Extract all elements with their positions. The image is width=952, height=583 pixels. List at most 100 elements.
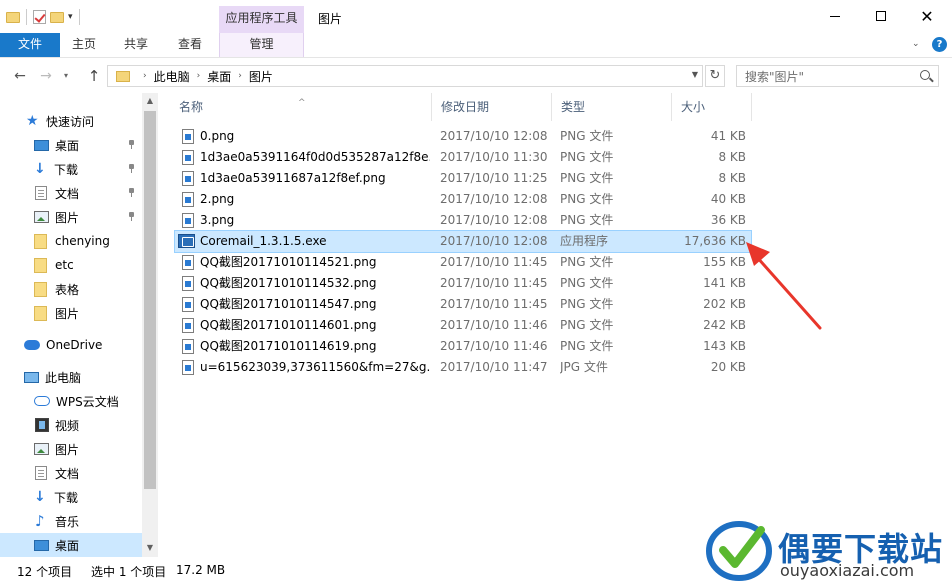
nav-scrollbar-thumb[interactable] [144,111,156,489]
file-row[interactable]: 3.png 2017/10/10 12:08 PNG 文件 36 KB [175,210,751,231]
chevron-down-icon[interactable]: ▼ [692,70,698,79]
file-date: 2017/10/10 12:08 [440,192,548,206]
tab-file[interactable]: 文件 [0,33,60,57]
jpg-file-icon [182,360,194,375]
nav-item-label: WPS云文档 [56,394,119,409]
png-file-icon [182,318,194,333]
address-bar[interactable]: › 此电脑 › 桌面 › 图片 ▼ [107,65,703,87]
chevron-right-icon[interactable]: › [143,71,147,81]
png-file-icon [182,171,194,186]
file-row[interactable]: 2.png 2017/10/10 12:08 PNG 文件 40 KB [175,189,751,210]
up-button[interactable]: ↑ [84,65,104,87]
file-name: QQ截图20171010114521.png [200,255,377,269]
expand-ribbon-icon[interactable]: ⌄ [912,39,920,49]
file-row[interactable]: QQ截图20171010114532.png 2017/10/10 11:45 … [175,273,751,294]
close-button[interactable]: ✕ [904,0,950,32]
nav-item-music[interactable]: ♪ 音乐 [0,509,142,533]
properties-icon[interactable] [33,10,46,24]
tab-manage[interactable]: 管理 [219,33,304,57]
help-icon[interactable]: ? [932,37,947,52]
nav-item-onedrive[interactable]: OneDrive [0,333,142,357]
recent-locations-button[interactable]: ▾ [60,65,72,87]
tab-view[interactable]: 查看 [166,33,214,57]
nav-scrollbar[interactable]: ▲ ▼ [142,93,158,557]
file-row[interactable]: u=615623039,373611560&fm=27&g... 2017/10… [175,357,751,378]
nav-item-pictures-folder[interactable]: 图片 [0,301,142,325]
nav-item-downloads[interactable]: ↓ 下载 [0,157,142,181]
nav-item-pc-documents[interactable]: 文档 [0,461,142,485]
nav-item-label: 桌面 [55,138,80,153]
file-row[interactable]: QQ截图20171010114521.png 2017/10/10 11:45 … [175,252,751,273]
file-row[interactable]: 0.png 2017/10/10 12:08 PNG 文件 41 KB [175,126,751,147]
chevron-right-icon[interactable]: › [197,71,201,81]
file-name: 3.png [200,213,235,227]
file-row[interactable]: QQ截图20171010114601.png 2017/10/10 11:46 … [175,315,751,336]
nav-item-spreadsheet[interactable]: 表格 [0,277,142,301]
nav-item-desktop[interactable]: 桌面 [0,133,142,157]
nav-item-chenying[interactable]: chenying [0,229,142,253]
nav-item-etc[interactable]: etc [0,253,142,277]
nav-item-pc-pictures[interactable]: 图片 [0,437,142,461]
download-icon: ↓ [34,489,46,505]
desktop-icon [34,539,49,551]
new-folder-icon[interactable] [50,11,64,23]
folder-icon [34,281,47,297]
png-file-icon [182,129,194,144]
nav-item-pictures[interactable]: 图片 [0,205,142,229]
search-placeholder: 搜索"图片" [745,69,805,84]
nav-item-documents[interactable]: 文档 [0,181,142,205]
nav-item-this-pc[interactable]: 此电脑 [0,365,142,389]
scroll-up-icon[interactable]: ▲ [142,96,158,105]
download-icon: ↓ [34,161,46,177]
file-size: 8 KB [718,171,746,185]
breadcrumb-this-pc[interactable]: 此电脑 [154,68,190,85]
breadcrumb-pictures[interactable]: 图片 [249,68,273,85]
refresh-button[interactable]: ↻ [705,65,725,87]
file-size: 40 KB [710,192,746,206]
desktop-icon [34,139,49,151]
nav-item-label: 下载 [54,490,79,505]
file-size: 155 KB [703,255,746,269]
file-date: 2017/10/10 11:46 [440,318,548,332]
nav-item-quick-access[interactable]: ★ 快速访问 [0,109,142,133]
back-button[interactable]: ← [10,65,30,87]
nav-item-pc-downloads[interactable]: ↓ 下载 [0,485,142,509]
file-size: 242 KB [703,318,746,332]
video-icon [35,418,49,432]
file-row[interactable]: QQ截图20171010114547.png 2017/10/10 11:45 … [175,294,751,315]
maximize-button[interactable] [858,0,904,32]
nav-item-label: 视频 [55,418,80,433]
file-row-selected[interactable]: Coremail_1.3.1.5.exe 2017/10/10 12:08 应用… [174,230,752,253]
file-type: JPG 文件 [560,360,608,374]
file-row[interactable]: QQ截图20171010114619.png 2017/10/10 11:46 … [175,336,751,357]
column-header-date[interactable]: 修改日期 [432,93,552,121]
customize-qat-icon[interactable]: ▾ [68,12,73,22]
file-date: 2017/10/10 11:45 [440,276,548,290]
minimize-button[interactable] [812,0,858,32]
nav-item-label: 此电脑 [45,370,82,385]
file-type: PNG 文件 [560,255,614,269]
file-date: 2017/10/10 12:08 [440,234,548,248]
qat-separator [26,9,27,25]
forward-button[interactable]: → [36,65,56,87]
file-name: QQ截图20171010114619.png [200,339,377,353]
selection-count: 选中 1 个项目 [91,565,167,579]
breadcrumb-desktop[interactable]: 桌面 [207,68,231,85]
file-size: 41 KB [710,129,746,143]
tab-home[interactable]: 主页 [62,33,106,57]
column-header-size[interactable]: 大小 [672,93,752,121]
chevron-right-icon[interactable]: › [238,71,242,81]
file-row[interactable]: 1d3ae0a5391164f0d0d535287a12f8e... 2017/… [175,147,751,168]
file-row[interactable]: 1d3ae0a53911687a12f8ef.png 2017/10/10 11… [175,168,751,189]
column-header-type[interactable]: 类型 [552,93,672,121]
column-header-name[interactable]: 名称 ^ [170,93,432,121]
file-type: PNG 文件 [560,318,614,332]
file-type: PNG 文件 [560,150,614,164]
scroll-down-icon[interactable]: ▼ [142,543,158,552]
nav-item-videos[interactable]: 视频 [0,413,142,437]
nav-item-wps-cloud[interactable]: WPS云文档 [0,389,142,413]
search-input[interactable]: 搜索"图片" [736,65,939,87]
file-type: PNG 文件 [560,297,614,311]
tab-share[interactable]: 共享 [114,33,158,57]
nav-item-pc-desktop[interactable]: 桌面 [0,533,142,557]
